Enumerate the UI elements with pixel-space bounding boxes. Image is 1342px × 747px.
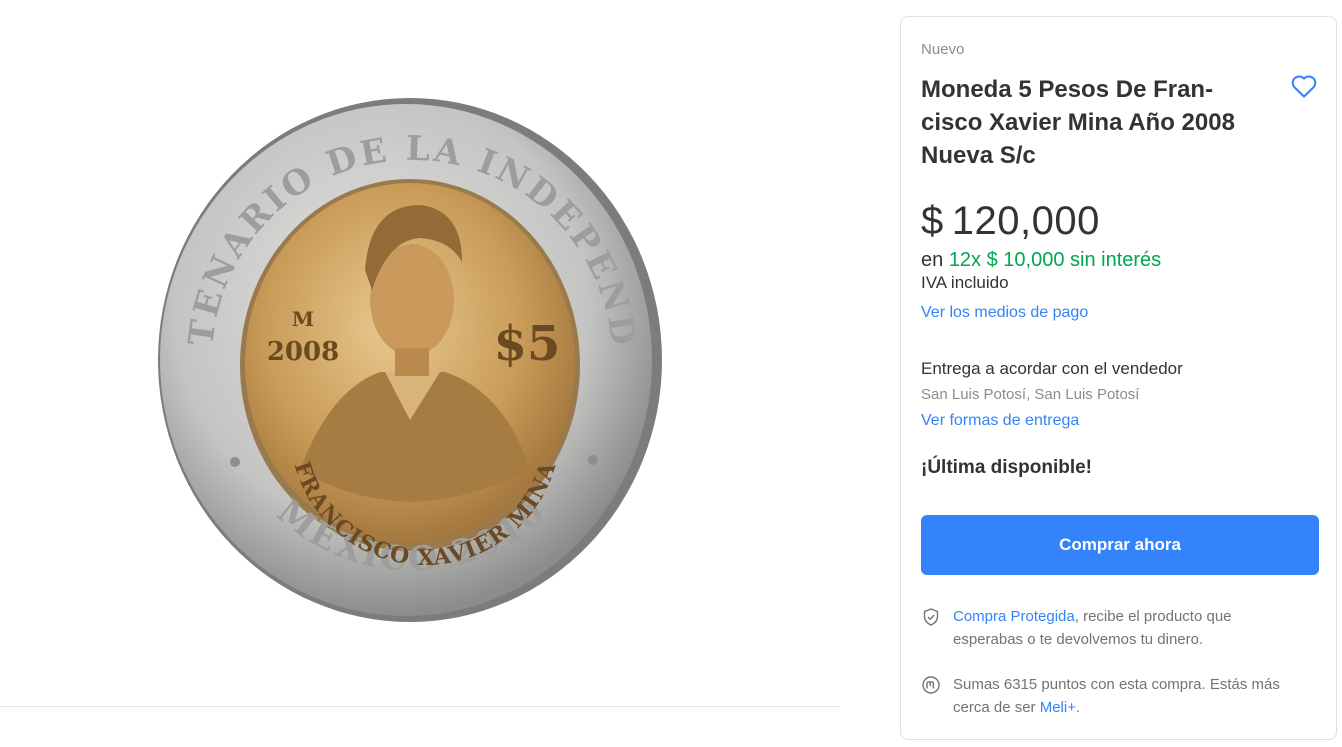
meli-plus-link[interactable]: Meli+ [1040, 699, 1076, 716]
installments-offer: 12x $ 10,000 sin interés [948, 249, 1162, 271]
coin-year: 2008 [267, 337, 339, 367]
tax-note: IVA incluido [921, 273, 1009, 292]
coin-denomination: $5 [494, 316, 561, 372]
points-suffix: . [1075, 699, 1081, 716]
points-text: Sumas 6315 puntos con esta compra. Estás… [953, 676, 1280, 716]
product-title: Moneda 5 Pesos De Fran-cisco Xavier Mina… [921, 76, 1235, 169]
condition-label: Nuevo [921, 41, 965, 58]
price-amount: 120,000 [951, 199, 1100, 243]
buy-box: Nuevo Moneda 5 Pesos De Fran-cisco Xavie… [900, 16, 1337, 740]
shipping-options-link[interactable]: Ver formas de entrega [921, 412, 1079, 430]
meli-points-icon [922, 676, 940, 694]
buy-now-button[interactable]: Comprar ahora [921, 515, 1319, 575]
installments: en 12x $ 10,000 sin interés [921, 249, 1161, 272]
price-currency: $ [921, 199, 944, 243]
installments-prefix: en [921, 249, 944, 271]
price: $120,000 [921, 199, 1100, 244]
coin-image: BICENTENARIO DE LA INDEPENDENCIA MÉXICO … [0, 0, 662, 622]
delivery-text: Entrega a acordar con el vendedor [921, 359, 1183, 378]
coin-mint-mark: M [292, 307, 314, 331]
shield-icon [923, 608, 939, 626]
stock-status: ¡Última disponible! [921, 457, 1092, 478]
loyalty-points: Sumas 6315 puntos con esta compra. Estás… [921, 673, 1321, 721]
protected-purchase: Compra Protegida, recibe el producto que… [921, 605, 1321, 653]
seller-location: San Luis Potosí, San Luis Potosí [921, 386, 1140, 403]
protected-purchase-link[interactable]: Compra Protegida [953, 608, 1075, 625]
product-gallery[interactable]: BICENTENARIO DE LA INDEPENDENCIA MÉXICO … [0, 0, 840, 706]
gallery-divider [0, 706, 840, 707]
payment-methods-link[interactable]: Ver los medios de pago [921, 304, 1088, 322]
heart-icon[interactable] [1289, 71, 1319, 101]
